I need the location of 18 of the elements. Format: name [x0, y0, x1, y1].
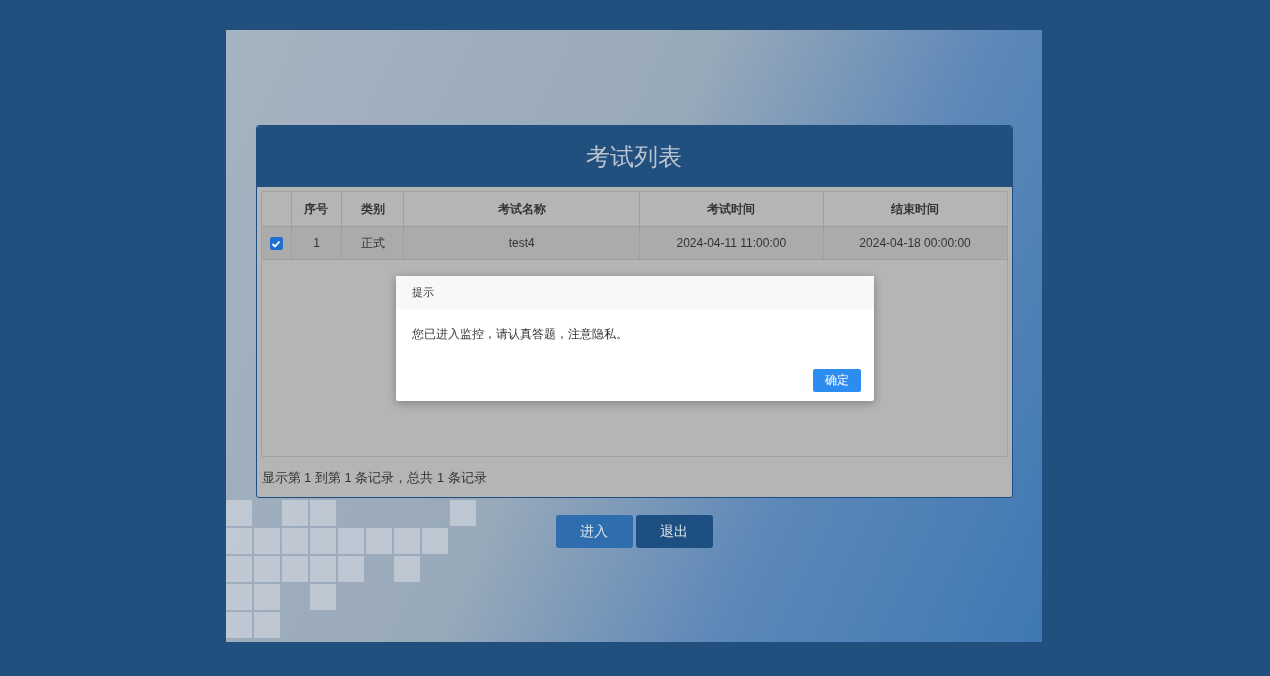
- panel-title: 考试列表: [586, 141, 682, 172]
- table-cell: 2024-04-18 00:00:00: [823, 226, 1007, 260]
- enter-button[interactable]: 进入: [555, 515, 633, 548]
- column-header: 结束时间: [823, 192, 1007, 227]
- column-header: 序号: [291, 192, 342, 227]
- pagination-info: 显示第 1 到第 1 条记录，总共 1 条记录: [261, 469, 488, 487]
- dialog-title: 提示: [395, 276, 874, 309]
- table-cell: 2024-04-11 11:00:00: [639, 226, 824, 260]
- table-cell: 正式: [341, 226, 404, 260]
- table-cell: test4: [403, 226, 640, 260]
- column-header: 考试时间: [639, 192, 824, 227]
- exit-button[interactable]: 退出: [635, 515, 713, 548]
- column-header: 类别: [341, 192, 404, 227]
- table-cell: 1: [291, 226, 342, 260]
- dialog-message: 您已进入监控，请认真答题，注意隐私。: [410, 326, 629, 343]
- column-header: 考试名称: [403, 192, 640, 227]
- confirm-button[interactable]: 确定: [812, 369, 861, 392]
- row-checkbox[interactable]: [269, 237, 283, 251]
